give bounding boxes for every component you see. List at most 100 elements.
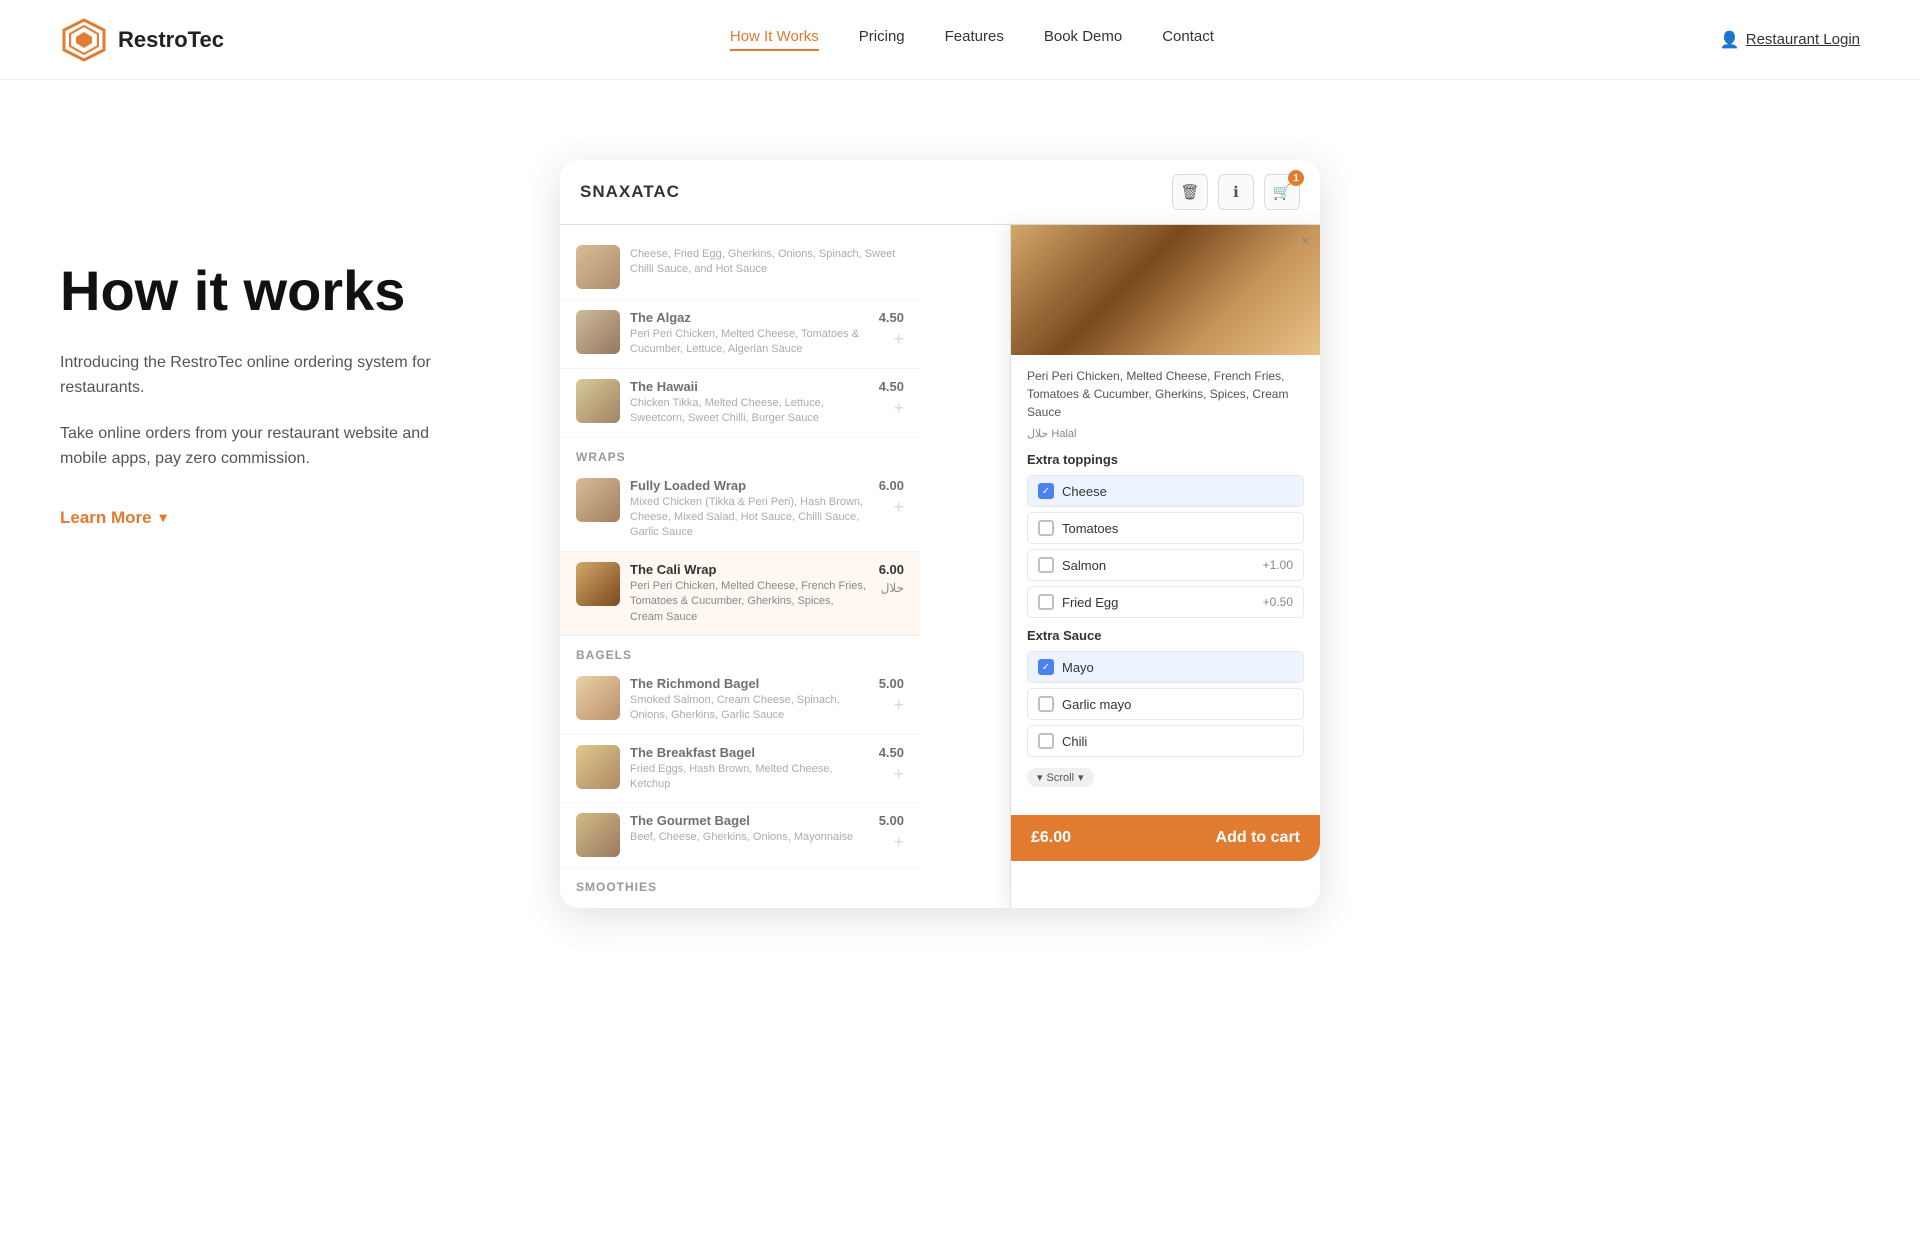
item-price: 4.50: [879, 379, 904, 394]
item-name: The Richmond Bagel: [630, 676, 869, 691]
add-to-cart-bar[interactable]: £6.00 Add to cart: [1011, 815, 1320, 861]
hero-right: SNAXATAC 🗑 ℹ 🛒 1: [560, 140, 1860, 908]
item-price: 5.00: [879, 813, 904, 828]
item-name: The Hawaii: [630, 379, 869, 394]
sauce-label: Mayo: [1062, 660, 1094, 675]
item-info: Cheese, Fried Egg, Gherkins, Onions, Spi…: [630, 245, 904, 278]
chevron-down-icon2: ▾: [1078, 771, 1084, 784]
app-mockup: SNAXATAC 🗑 ℹ 🛒 1: [560, 160, 1320, 908]
sauce-option-garlic-mayo[interactable]: Garlic mayo: [1027, 688, 1304, 720]
scroll-label: Scroll: [1047, 772, 1075, 784]
item-name: Fully Loaded Wrap: [630, 478, 869, 493]
hero-section: How it works Introducing the RestroTec o…: [0, 80, 1920, 980]
trash-icon-button[interactable]: 🗑: [1172, 174, 1208, 210]
list-item[interactable]: The Gourmet Bagel Beef, Cheese, Gherkins…: [560, 803, 920, 868]
checkbox-garlic-mayo: [1038, 696, 1054, 712]
menu-section-header: SMOOTHIES: [560, 868, 920, 898]
item-desc: Beef, Cheese, Gherkins, Onions, Mayonnai…: [630, 830, 869, 845]
menu-section-header: WRAPS: [560, 438, 920, 468]
topping-option-salmon[interactable]: Salmon +1.00: [1027, 549, 1304, 581]
item-price: 4.50: [879, 310, 904, 325]
item-desc: Peri Peri Chicken, Melted Cheese, French…: [630, 579, 869, 625]
nav-features[interactable]: Features: [945, 28, 1004, 51]
item-desc: Smoked Salmon, Cream Cheese, Spinach, On…: [630, 693, 869, 724]
topping-option-cheese[interactable]: ✓ Cheese: [1027, 475, 1304, 507]
checkbox-salmon: [1038, 557, 1054, 573]
list-item[interactable]: Fully Loaded Wrap Mixed Chicken (Tikka &…: [560, 468, 920, 552]
item-right: 6.00 +: [879, 478, 904, 518]
hero-desc1: Introducing the RestroTec online orderin…: [60, 350, 480, 401]
item-add-icon[interactable]: +: [893, 497, 904, 518]
item-thumbnail: [576, 310, 620, 354]
list-item-selected[interactable]: The Cali Wrap Peri Peri Chicken, Melted …: [560, 552, 920, 636]
chevron-down-icon: ▾: [160, 509, 167, 526]
item-right: 4.50 +: [879, 310, 904, 350]
item-detail-desc: Peri Peri Chicken, Melted Cheese, French…: [1027, 367, 1304, 421]
hero-desc2: Take online orders from your restaurant …: [60, 421, 480, 472]
checkbox-chili: [1038, 733, 1054, 749]
learn-more-link[interactable]: Learn More ▾: [60, 508, 480, 528]
list-item[interactable]: The Hawaii Chicken Tikka, Melted Cheese,…: [560, 369, 920, 438]
mockup-header-icons: 🗑 ℹ 🛒 1: [1172, 174, 1300, 210]
item-desc: Mixed Chicken (Tikka & Peri Peri), Hash …: [630, 495, 869, 541]
scroll-button[interactable]: ▾ Scroll ▾: [1027, 768, 1094, 787]
item-add-icon[interactable]: +: [893, 329, 904, 350]
cart-icon-button[interactable]: 🛒 1: [1264, 174, 1300, 210]
sauce-option-chili[interactable]: Chili: [1027, 725, 1304, 757]
list-item[interactable]: The Richmond Bagel Smoked Salmon, Cream …: [560, 666, 920, 735]
item-detail-body: Peri Peri Chicken, Melted Cheese, French…: [1011, 355, 1320, 805]
item-detail-halal: حلال Halal: [1027, 427, 1304, 440]
item-name: The Breakfast Bagel: [630, 745, 869, 760]
item-info: The Hawaii Chicken Tikka, Melted Cheese,…: [630, 379, 869, 427]
nav-right: 👤 Restaurant Login: [1720, 30, 1860, 50]
item-add-icon[interactable]: +: [893, 398, 904, 419]
user-icon: 👤: [1720, 30, 1740, 50]
topping-label: Cheese: [1062, 484, 1107, 499]
item-right: 5.00 +: [879, 676, 904, 716]
checkbox-tomatoes: [1038, 520, 1054, 536]
topping-label: Salmon: [1062, 558, 1106, 573]
info-icon-button[interactable]: ℹ: [1218, 174, 1254, 210]
item-desc: Fried Eggs, Hash Brown, Melted Cheese, K…: [630, 762, 869, 793]
sauce-option-mayo[interactable]: ✓ Mayo: [1027, 651, 1304, 683]
item-thumbnail: [576, 245, 620, 289]
menu-list: Cheese, Fried Egg, Gherkins, Onions, Spi…: [560, 225, 920, 908]
menu-section-header: BAGELS: [560, 636, 920, 666]
item-info: The Gourmet Bagel Beef, Cheese, Gherkins…: [630, 813, 869, 845]
nav-pricing[interactable]: Pricing: [859, 28, 905, 51]
item-detail-panel: × Peri Peri Chicken, Melted Cheese, Fren…: [1010, 225, 1320, 908]
item-add-icon[interactable]: +: [893, 764, 904, 785]
item-detail-image: [1011, 225, 1320, 355]
mockup-brand-name: SNAXATAC: [580, 182, 680, 202]
item-price: 4.50: [879, 745, 904, 760]
item-add-icon[interactable]: +: [893, 832, 904, 853]
item-thumbnail: [576, 745, 620, 789]
close-icon[interactable]: ×: [1301, 233, 1310, 251]
restaurant-login-link[interactable]: Restaurant Login: [1746, 31, 1860, 48]
logo-icon: [60, 16, 108, 64]
nav-how-it-works[interactable]: How It Works: [730, 28, 819, 51]
item-name: The Algaz: [630, 310, 869, 325]
chevron-down-icon: ▾: [1037, 771, 1043, 784]
add-to-cart-label: Add to cart: [1216, 829, 1300, 847]
item-desc: Peri Peri Chicken, Melted Cheese, Tomato…: [630, 327, 869, 358]
list-item[interactable]: The Algaz Peri Peri Chicken, Melted Chee…: [560, 300, 920, 369]
nav-links: How It Works Pricing Features Book Demo …: [730, 28, 1214, 51]
topping-label: Tomatoes: [1062, 521, 1118, 536]
navbar: RestroTec How It Works Pricing Features …: [0, 0, 1920, 80]
item-price: 6.00: [879, 562, 904, 577]
list-item[interactable]: Cheese, Fried Egg, Gherkins, Onions, Spi…: [560, 235, 920, 300]
item-add-icon[interactable]: +: [893, 695, 904, 716]
item-thumbnail: [576, 478, 620, 522]
list-item[interactable]: The Breakfast Bagel Fried Eggs, Hash Bro…: [560, 735, 920, 804]
item-right: 6.00 حلال: [879, 562, 904, 595]
topping-option-fried-egg[interactable]: Fried Egg +0.50: [1027, 586, 1304, 618]
nav-book-demo[interactable]: Book Demo: [1044, 28, 1122, 51]
item-thumbnail: [576, 379, 620, 423]
item-info: Fully Loaded Wrap Mixed Chicken (Tikka &…: [630, 478, 869, 541]
logo[interactable]: RestroTec: [60, 16, 224, 64]
topping-option-tomatoes[interactable]: Tomatoes: [1027, 512, 1304, 544]
nav-contact[interactable]: Contact: [1162, 28, 1214, 51]
brand-name: RestroTec: [118, 27, 224, 53]
item-info: The Richmond Bagel Smoked Salmon, Cream …: [630, 676, 869, 724]
